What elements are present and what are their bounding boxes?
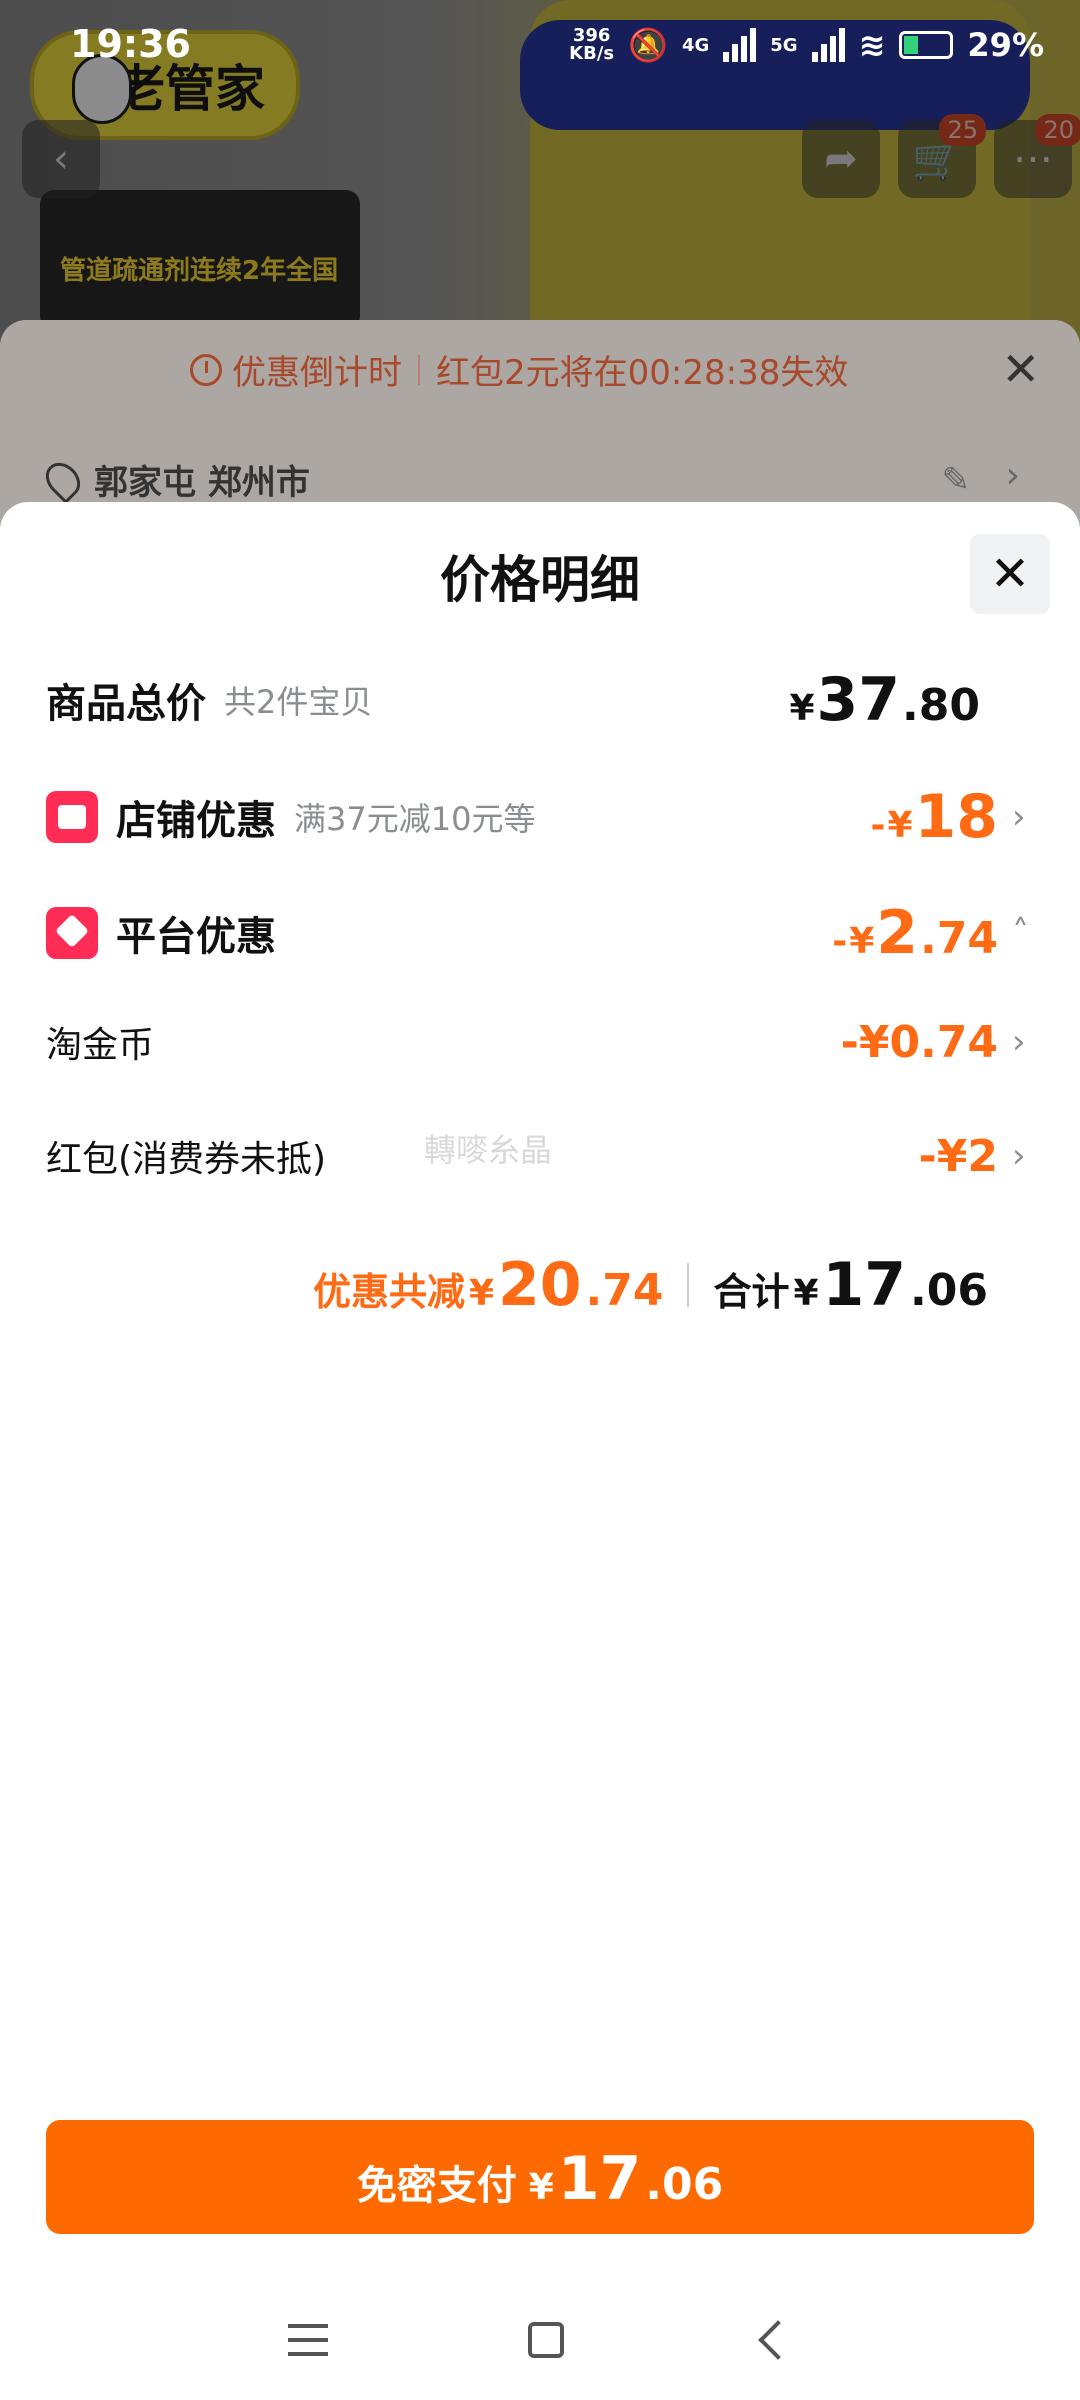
row-store-discount[interactable]: 店铺优惠 满37元减10元等 - ¥ 18 › xyxy=(46,782,1036,852)
chevron-right-icon: › xyxy=(1012,1136,1026,1176)
amount-integer: 37 xyxy=(816,665,901,735)
red-packet-amount: -¥2 xyxy=(918,1130,999,1182)
signal-icon xyxy=(723,28,757,62)
chevron-right-icon: › xyxy=(1012,797,1026,837)
status-icons: 396 KB/s 🔕 4G 5G ≋ 29% xyxy=(569,26,1044,64)
currency-symbol: ¥ xyxy=(468,1273,495,1314)
amount-integer: 18 xyxy=(914,782,999,852)
recent-apps-icon[interactable] xyxy=(288,2324,328,2356)
discount-total-decimal: .74 xyxy=(585,1265,664,1316)
amount-integer: 2 xyxy=(876,898,919,968)
grand-total-decimal: .06 xyxy=(910,1265,988,1316)
battery-percent: 29% xyxy=(967,26,1044,64)
pay-button-label: 免密支付 xyxy=(356,2163,517,2209)
status-time: 19:36 xyxy=(70,22,191,66)
amount-decimal: .74 xyxy=(920,913,998,964)
minus-sign: - xyxy=(870,805,886,846)
network-5g-label: 5G xyxy=(770,34,798,56)
minus-sign: - xyxy=(832,921,848,962)
close-icon: ✕ xyxy=(989,546,1031,602)
status-bar: 19:36 396 KB/s 🔕 4G 5G ≋ 29% xyxy=(0,0,1080,100)
store-discount-label: 店铺优惠 xyxy=(116,798,276,844)
mute-icon: 🔕 xyxy=(628,26,668,64)
currency-symbol: ¥ xyxy=(789,688,815,729)
screen: 管道疏通剂连续2年全国 老管家 ‹ ➦ 🛒 25 ⋯ 20 19:36 396 … xyxy=(0,0,1080,2400)
currency-symbol: ¥ xyxy=(849,921,875,962)
store-icon xyxy=(46,791,98,843)
home-icon[interactable] xyxy=(528,2322,564,2358)
countdown-label: 优惠倒计时 xyxy=(232,353,402,393)
currency-symbol: ¥ xyxy=(793,1273,819,1314)
signal-icon-2 xyxy=(811,28,845,62)
back-icon[interactable] xyxy=(758,2320,798,2360)
pay-amount-decimal: .06 xyxy=(645,2159,724,2210)
countdown-close-icon[interactable]: ✕ xyxy=(1001,342,1040,396)
taojinbi-label: 淘金币 xyxy=(46,1025,155,1066)
network-4g-label: 4G xyxy=(681,34,710,56)
summary-divider xyxy=(687,1263,690,1307)
red-packet-label: 红包(消费券未抵) xyxy=(46,1139,327,1180)
row-platform-discount[interactable]: 平台优惠 - ¥ 2 .74 ˄ xyxy=(46,898,1036,968)
discount-total-label: 优惠共减 xyxy=(312,1270,465,1314)
address-text: 郭家屯 郑州市 xyxy=(94,463,310,503)
countdown-message: 红包2元将在00:28:38失效 xyxy=(436,353,849,393)
chevron-right-icon[interactable]: › xyxy=(1006,455,1020,496)
chevron-up-icon: ˄ xyxy=(1012,913,1029,953)
edit-icon[interactable]: ✎ xyxy=(942,460,971,500)
currency-symbol: ¥ xyxy=(887,805,913,846)
item-total-value: ¥ 37 .80 xyxy=(789,665,980,735)
store-discount-desc: 满37元减10元等 xyxy=(294,800,536,838)
price-summary: 优惠共减 ¥ 20 .74 合计 ¥ 17 .06 xyxy=(313,1250,988,1320)
taojinbi-value: -¥0.74 xyxy=(841,1017,998,1068)
grand-total-integer: 17 xyxy=(822,1250,907,1320)
item-count: 共2件宝贝 xyxy=(224,683,373,721)
clock-icon xyxy=(190,353,222,386)
watermark: 轉嘜糸晶 xyxy=(424,1131,553,1169)
battery-icon xyxy=(899,31,954,59)
row-item-total: 商品总价 共2件宝贝 ¥ 37 .80 xyxy=(46,665,1036,735)
pay-amount-integer: 17 xyxy=(557,2144,642,2214)
system-nav-bar xyxy=(0,2280,1080,2400)
network-speed-unit: KB/s xyxy=(569,43,615,64)
sheet-close-button[interactable]: ✕ xyxy=(970,534,1050,614)
network-speed: 396 KB/s xyxy=(569,27,614,63)
wifi-icon: ≋ xyxy=(858,26,886,64)
grand-total-label: 合计 xyxy=(713,1270,790,1314)
item-total-label: 商品总价 xyxy=(46,681,206,727)
address-row[interactable]: 郭家屯 郑州市 xyxy=(38,455,310,504)
pay-button[interactable]: 免密支付 ¥ 17 .06 xyxy=(46,2120,1034,2234)
discount-total-integer: 20 xyxy=(498,1250,582,1320)
coupon-tag-icon xyxy=(46,907,98,959)
red-packet-value: -¥2 xyxy=(919,1131,999,1182)
taojinbi-amount: -¥0.74 xyxy=(840,1016,998,1068)
amount-decimal: .80 xyxy=(902,680,980,731)
row-taojinbi[interactable]: 淘金币 -¥0.74 › xyxy=(46,1016,1036,1068)
platform-discount-label: 平台优惠 xyxy=(116,914,276,960)
store-discount-value: - ¥ 18 xyxy=(870,782,998,852)
platform-discount-value: - ¥ 2 .74 xyxy=(832,898,998,968)
sheet-title: 价格明细 xyxy=(440,551,640,609)
currency-symbol: ¥ xyxy=(528,2167,554,2208)
chevron-right-icon: › xyxy=(1012,1022,1026,1062)
countdown-banner: 优惠倒计时 红包2元将在00:28:38失效 xyxy=(190,345,848,394)
countdown-divider xyxy=(418,354,420,385)
